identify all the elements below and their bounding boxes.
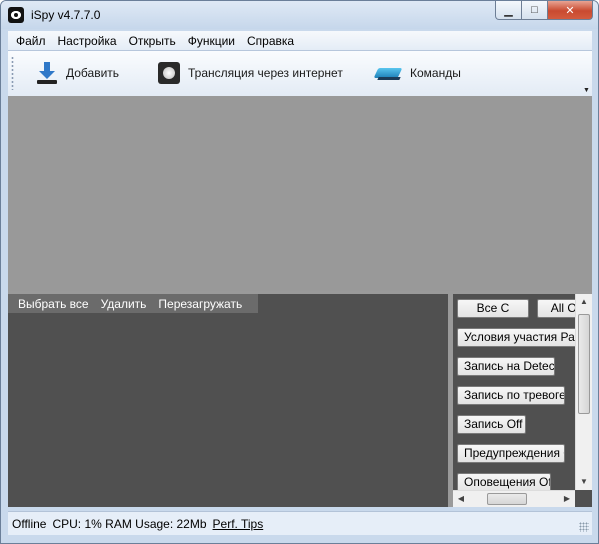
menu-file[interactable]: Файл <box>10 34 52 48</box>
commands-icon <box>374 62 402 84</box>
commands-horizontal-scrollbar[interactable]: ◀ ▶ <box>453 490 575 507</box>
add-download-icon <box>36 62 58 84</box>
app-window: iSpy v4.7.7.0 ▁ □ ✕ Файл Настройка Откры… <box>0 0 599 544</box>
vertical-scroll-thumb[interactable] <box>578 314 590 414</box>
media-toolbar: Выбрать все Удалить Перезагружать <box>8 294 259 313</box>
add-button[interactable]: Добавить <box>36 59 119 87</box>
commands-vertical-scrollbar[interactable]: ▲ ▼ <box>575 294 592 490</box>
record-off-button[interactable]: Запись Off <box>457 415 526 434</box>
toolbar-grip[interactable] <box>11 56 14 90</box>
connection-status: Offline <box>12 516 47 531</box>
horizontal-scroll-thumb[interactable] <box>487 493 527 505</box>
resize-grip[interactable] <box>579 522 589 532</box>
delete-link[interactable]: Удалить <box>101 297 147 311</box>
web-broadcast-label: Трансляция через интернет <box>188 66 343 80</box>
all-on-button[interactable]: Все С <box>457 299 529 318</box>
main-toolbar: Добавить Трансляция через интернет Коман… <box>8 50 592 96</box>
bottom-split: Выбрать все Удалить Перезагружать Все С … <box>8 291 592 507</box>
alert-conditions-button[interactable]: Условия участия Распознавание <box>457 328 592 347</box>
menu-bar: Файл Настройка Открыть Функции Справка <box>8 31 592 50</box>
minimize-button[interactable]: ▁ <box>495 1 522 20</box>
close-icon: ✕ <box>565 4 575 17</box>
commands-panel: Все С All Off Условия участия Распознава… <box>453 294 592 507</box>
commands-button[interactable]: Команды <box>374 59 461 87</box>
select-all-link[interactable]: Выбрать все <box>18 297 89 311</box>
camera-panel[interactable] <box>8 96 592 291</box>
record-on-detect-button[interactable]: Запись на Detect <box>457 357 555 376</box>
status-bar: Offline CPU: 1% RAM Usage: 22Mb Perf. Ti… <box>8 511 592 535</box>
add-label: Добавить <box>66 66 120 80</box>
webcam-icon <box>158 62 180 84</box>
title-bar[interactable]: iSpy v4.7.7.0 ▁ □ ✕ <box>1 1 598 29</box>
close-button[interactable]: ✕ <box>548 1 593 20</box>
toolbar-overflow-icon[interactable]: ▼ <box>583 87 590 94</box>
window-title: iSpy v4.7.7.0 <box>31 8 101 22</box>
menu-open[interactable]: Открыть <box>123 34 182 48</box>
scroll-up-icon[interactable]: ▲ <box>576 294 592 310</box>
commands-label: Команды <box>410 66 461 80</box>
resource-usage: CPU: 1% RAM Usage: 22Mb <box>52 516 207 531</box>
ispy-app-icon <box>8 7 24 23</box>
menu-settings[interactable]: Настройка <box>52 34 123 48</box>
caption-buttons: ▁ □ ✕ <box>495 1 593 21</box>
maximize-button[interactable]: □ <box>522 1 548 20</box>
perf-tips-link[interactable]: Perf. Tips <box>213 517 264 531</box>
record-on-alarm-button[interactable]: Запись по тревоге <box>457 386 565 405</box>
scroll-down-icon[interactable]: ▼ <box>576 474 592 490</box>
alerts-on-button[interactable]: Предупреждения С <box>457 444 565 463</box>
maximize-icon: □ <box>531 4 538 16</box>
menu-functions[interactable]: Функции <box>182 34 241 48</box>
web-broadcast-button[interactable]: Трансляция через интернет <box>158 59 343 87</box>
scroll-right-icon[interactable]: ▶ <box>559 491 575 507</box>
media-panel[interactable]: Выбрать все Удалить Перезагружать <box>8 294 448 507</box>
reload-link[interactable]: Перезагружать <box>158 297 242 311</box>
menu-help[interactable]: Справка <box>241 34 300 48</box>
scroll-left-icon[interactable]: ◀ <box>453 491 469 507</box>
minimize-icon: ▁ <box>504 4 513 17</box>
